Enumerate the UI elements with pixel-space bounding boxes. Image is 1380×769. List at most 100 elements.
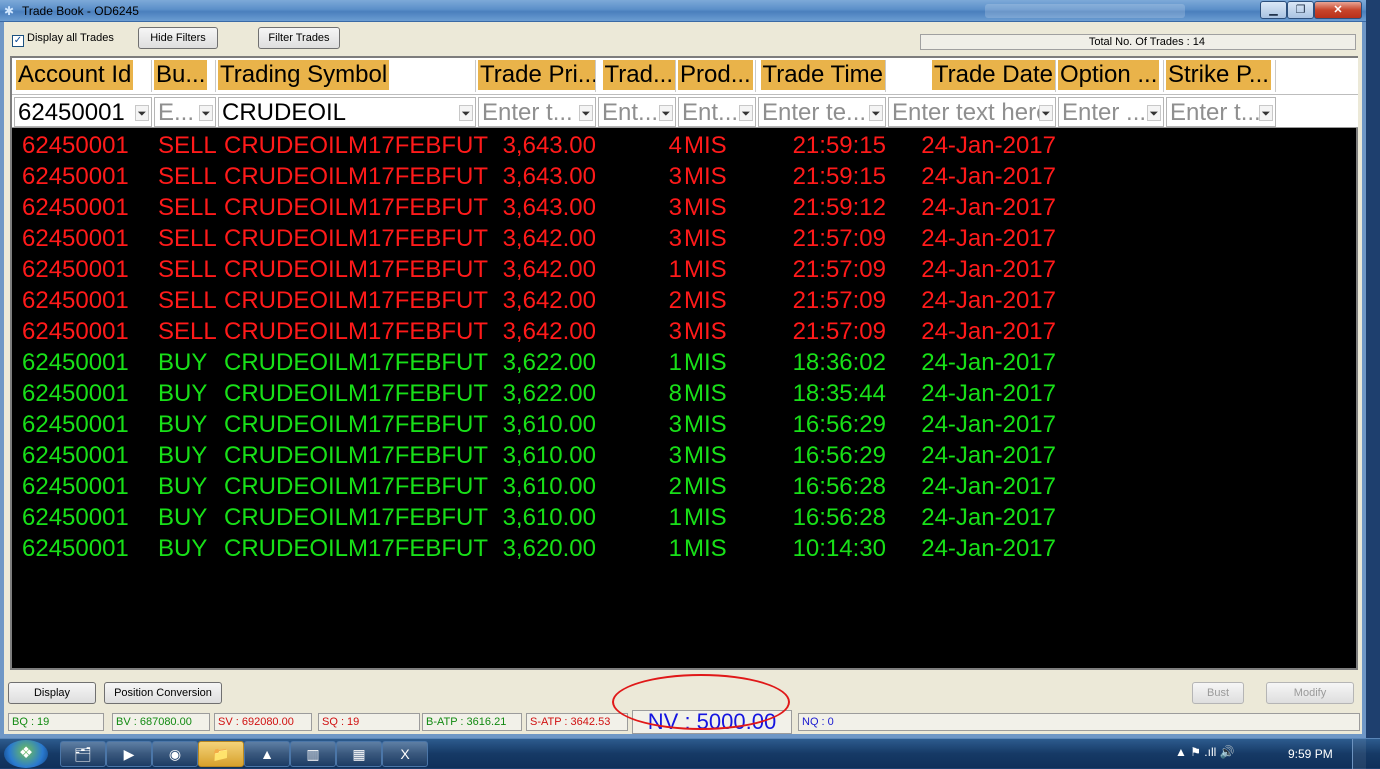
media-player-icon[interactable]: ▶ [106,741,152,767]
window-title: Trade Book - OD6245 [22,4,139,18]
display-button[interactable]: Display [8,682,96,704]
cell-trade-price: 3,610.00 [502,504,596,531]
display-all-trades-checkbox[interactable]: ✓ Display all Trades [12,32,114,47]
filter-trade-price[interactable]: Enter t... ⏷ [478,97,596,127]
cell-trade-date: 24-Jan-2017 [921,132,1056,159]
filter-funnel-icon[interactable]: ⏷ [199,105,213,121]
filter-funnel-icon[interactable]: ⏷ [739,105,753,121]
cell-trading-symbol: CRUDEOILM17FEBFUT [224,473,489,500]
cell-account-id: 62450001 [22,535,129,562]
table-row[interactable]: 62450001 BUY CRUDEOILM17FEBFUT 3,622.00 8 MIS… [12,378,1358,409]
minimize-button[interactable]: ▁ [1260,1,1287,19]
cell-trade-qty: 2 [668,473,682,500]
system-tray-icons[interactable]: ▲ ⚑ .ıll 🔊 [1175,745,1235,759]
table-row[interactable]: 62450001 SELL CRUDEOILM17FEBFUT 3,643.00 3 MI… [12,192,1358,223]
folder-icon[interactable]: 📁 [198,741,244,767]
filter-option-type[interactable]: Enter ... ⏷ [1058,97,1164,127]
filter-product[interactable]: Ent... ⏷ [678,97,756,127]
table-row[interactable]: 62450001 BUY CRUDEOILM17FEBFUT 3,622.00 1 MIS… [12,347,1358,378]
cell-trading-symbol: CRUDEOILM17FEBFUT [224,225,489,252]
filter-funnel-icon[interactable]: ⏷ [135,105,149,121]
trade-book-window: ✓ Display all Trades Hide Filters Filter … [0,22,1366,738]
table-row[interactable]: 62450001 SELL CRUDEOILM17FEBFUT 3,643.00 4 MI… [12,130,1358,161]
cell-buy-sell: SELL [158,132,217,159]
column-header-trading-symbol[interactable]: Trading Symbol [218,60,476,92]
filter-funnel-icon[interactable]: ⏷ [659,105,673,121]
modify-button[interactable]: Modify [1266,682,1354,704]
filter-funnel-icon[interactable]: ⏷ [1147,105,1161,121]
table-row[interactable]: 62450001 BUY CRUDEOILM17FEBFUT 3,620.00 1 MIS… [12,533,1358,564]
filter-funnel-icon[interactable]: ⏷ [1039,105,1053,121]
table-row[interactable]: 62450001 BUY CRUDEOILM17FEBFUT 3,610.00 3 MIS… [12,409,1358,440]
cell-trade-price: 3,622.00 [502,349,596,376]
bust-button[interactable]: Bust [1192,682,1244,704]
calculator-icon[interactable]: ▦ [336,741,382,767]
table-row[interactable]: 62450001 SELL CRUDEOILM17FEBFUT 3,642.00 1 MI… [12,254,1358,285]
filter-funnel-icon[interactable]: ⏷ [869,105,883,121]
trades-grid[interactable]: Account Id Bu... Trading Symbol Trade Pr… [10,56,1358,670]
cell-trade-date: 24-Jan-2017 [921,256,1056,283]
column-header-buy-sell[interactable]: Bu... [154,60,216,92]
column-header-trade-price[interactable]: Trade Pri... [478,60,596,92]
filter-funnel-icon[interactable]: ⏷ [579,105,593,121]
cell-trading-symbol: CRUDEOILM17FEBFUT [224,132,489,159]
maximize-button[interactable]: ❐ [1287,1,1314,19]
cell-buy-sell: SELL [158,225,217,252]
cell-trade-time: 21:59:15 [792,163,886,190]
hide-filters-button[interactable]: Hide Filters [138,27,218,49]
table-row[interactable]: 62450001 BUY CRUDEOILM17FEBFUT 3,610.00 2 MIS… [12,471,1358,502]
filter-buy-sell[interactable]: E... ⏷ [154,97,216,127]
filter-funnel-icon[interactable]: ⏷ [459,105,473,121]
filter-trade-qty[interactable]: Ent... ⏷ [598,97,676,127]
column-header-strike-price[interactable]: Strike P... [1166,60,1276,92]
cell-trade-date: 24-Jan-2017 [921,163,1056,190]
chart-app-icon[interactable]: ▥ [290,741,336,767]
filter-trading-symbol[interactable]: CRUDEOIL ⏷ [218,97,476,127]
column-header-trade-time[interactable]: Trade Time [758,60,886,92]
cell-trade-date: 24-Jan-2017 [921,535,1056,562]
excel-icon[interactable]: X [382,741,428,767]
cell-trade-qty: 3 [668,194,682,221]
filter-trade-time[interactable]: Enter te... ⏷ [758,97,886,127]
cell-trade-date: 24-Jan-2017 [921,194,1056,221]
table-row[interactable]: 62450001 SELL CRUDEOILM17FEBFUT 3,643.00 3 MI… [12,161,1358,192]
column-header-trade-date[interactable]: Trade Date [888,60,1056,92]
filter-account-id[interactable]: 62450001 ⏷ [14,97,152,127]
filter-trade-date[interactable]: Enter text here ⏷ [888,97,1056,127]
table-row[interactable]: 62450001 SELL CRUDEOILM17FEBFUT 3,642.00 2 MI… [12,285,1358,316]
cell-account-id: 62450001 [22,349,129,376]
taskbar-clock[interactable]: 9:59 PM [1288,747,1333,761]
cell-buy-sell: SELL [158,194,217,221]
show-desktop-button[interactable] [1352,739,1366,769]
table-row[interactable]: 62450001 SELL CRUDEOILM17FEBFUT 3,642.00 3 MI… [12,316,1358,347]
column-header-option-type[interactable]: Option ... [1058,60,1164,92]
cell-trade-time: 16:56:29 [792,442,886,469]
cell-buy-sell: SELL [158,287,217,314]
start-button-windows-icon[interactable]: ❖ [4,740,48,768]
cell-account-id: 62450001 [22,442,129,469]
column-header-trade-qty[interactable]: Trad... [598,60,676,92]
filter-funnel-icon[interactable]: ⏷ [1259,105,1273,121]
cell-trade-price: 3,610.00 [502,473,596,500]
window-title-bar[interactable]: ✱ Trade Book - OD6245 ▁ ❐ ✕ [0,0,1366,22]
table-row[interactable]: 62450001 BUY CRUDEOILM17FEBFUT 3,610.00 1 MIS… [12,502,1358,533]
cell-trade-time: 21:59:12 [792,194,886,221]
chrome-icon[interactable]: ◉ [152,741,198,767]
cell-buy-sell: BUY [158,442,208,469]
close-button[interactable]: ✕ [1314,1,1362,19]
cell-product: MIS [684,132,727,159]
table-row[interactable]: 62450001 SELL CRUDEOILM17FEBFUT 3,642.00 3 MI… [12,223,1358,254]
cell-trade-time: 21:59:15 [792,132,886,159]
filter-trades-button[interactable]: Filter Trades [258,27,340,49]
checkbox-check-icon[interactable]: ✓ [12,35,24,47]
explorer-icon[interactable]: 🗂 [60,741,106,767]
table-row[interactable]: 62450001 BUY CRUDEOILM17FEBFUT 3,610.00 3 MIS… [12,440,1358,471]
column-header-product[interactable]: Prod... [678,60,756,92]
column-header-account-id[interactable]: Account Id [16,60,152,92]
cell-buy-sell: BUY [158,349,208,376]
taskbar: ❖ 🗂 ▶ ◉ 📁 ▲ ▥ ▦ X ▲ ⚑ .ıll 🔊 9:59 PM [0,738,1380,769]
position-conversion-button[interactable]: Position Conversion [104,682,222,704]
filter-strike-price[interactable]: Enter t... ⏷ [1166,97,1276,127]
triangle-app-icon[interactable]: ▲ [244,741,290,767]
cell-trading-symbol: CRUDEOILM17FEBFUT [224,163,489,190]
